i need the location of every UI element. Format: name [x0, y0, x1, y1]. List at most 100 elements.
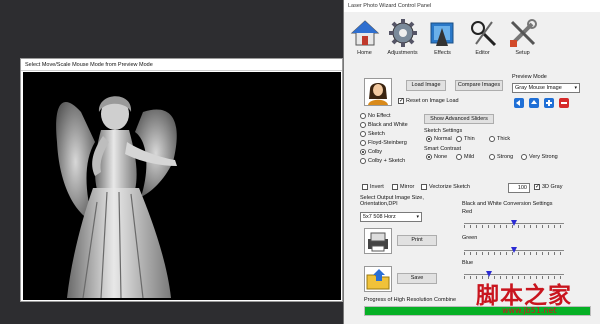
- minus-icon: [561, 102, 567, 104]
- effect-label: Black and White: [368, 122, 408, 128]
- effect-radio-colby-sketch[interactable]: Colby + Sketch: [360, 158, 405, 164]
- editor-icon: [470, 21, 496, 47]
- vectorize-sketch-label: Vectorize Sketch: [429, 184, 470, 190]
- adjustments-label: Adjustments: [387, 50, 418, 56]
- checkbox-box: [398, 97, 404, 104]
- mirror-checkbox[interactable]: Mirror: [392, 184, 414, 190]
- green-slider[interactable]: [464, 246, 564, 256]
- contrast-radio-strong[interactable]: Strong: [489, 154, 513, 160]
- sketch-option-label: Thin: [464, 136, 475, 142]
- show-advanced-sliders-button[interactable]: Show Advanced Sliders: [424, 114, 494, 124]
- arrow-up-button[interactable]: [529, 98, 539, 108]
- 3d-gray-label: 3D Gray: [542, 184, 563, 190]
- add-button[interactable]: [544, 98, 554, 108]
- radio-circle: [360, 131, 366, 137]
- save-button[interactable]: Save: [397, 273, 437, 284]
- house-icon: [350, 20, 379, 46]
- radio-circle: [456, 136, 462, 142]
- load-image-button[interactable]: Load Image: [406, 80, 446, 91]
- effects-label: Effects: [434, 50, 451, 56]
- effect-label: No Effect: [368, 113, 391, 119]
- 3d-gray-checkbox[interactable]: 3D Gray: [534, 183, 563, 190]
- move-icon: [516, 100, 520, 106]
- red-label: Red: [462, 209, 473, 215]
- toolbar: Home Adjustments Effects Editor Setup: [348, 18, 548, 62]
- sketch-radio-thick[interactable]: Thick: [489, 136, 510, 142]
- blue-slider[interactable]: [464, 270, 564, 280]
- printer-image: [364, 228, 392, 254]
- radio-circle: [521, 154, 527, 160]
- progress-bar: [364, 306, 591, 316]
- effects-button[interactable]: Effects: [426, 18, 459, 62]
- effect-label: Sketch: [368, 131, 385, 137]
- sketch-option-label: Thick: [497, 136, 511, 142]
- contrast-radio-none[interactable]: None: [426, 154, 447, 160]
- printer-icon: [368, 232, 388, 252]
- green-label: Green: [462, 235, 478, 241]
- control-panel: Laser Photo Wizard Control Panel Home Ad…: [343, 0, 600, 324]
- compare-images-button[interactable]: Compare Images: [455, 80, 503, 91]
- contrast-option-label: Very Strong: [529, 154, 558, 160]
- effect-label: Colby + Sketch: [368, 158, 406, 164]
- sketch-radio-thin[interactable]: Thin: [456, 136, 475, 142]
- slider-thumb[interactable]: [511, 220, 517, 226]
- progress-label: Progress of High Resolution Combine: [364, 297, 457, 303]
- home-button[interactable]: Home: [348, 18, 381, 62]
- slider-thumb[interactable]: [486, 271, 492, 277]
- chevron-down-icon: ▾: [574, 85, 577, 91]
- setup-button[interactable]: Setup: [506, 18, 539, 62]
- folder-save-icon: [366, 269, 390, 290]
- home-label: Home: [357, 50, 372, 56]
- radio-circle: [360, 158, 366, 164]
- checkbox-box: [421, 184, 427, 190]
- adjustments-button[interactable]: Adjustments: [386, 18, 419, 62]
- effect-radio-floyd-steinberg[interactable]: Floyd-Steinberg: [360, 140, 407, 146]
- reset-on-load-checkbox[interactable]: Reset on Image Load: [398, 97, 459, 104]
- radio-circle: [489, 136, 495, 142]
- arrow-left-button[interactable]: [514, 98, 524, 108]
- tools-icon: [509, 19, 537, 47]
- preview-canvas[interactable]: [23, 72, 341, 300]
- mirror-label: Mirror: [400, 184, 415, 190]
- radio-circle: [456, 154, 462, 160]
- person-icon: [368, 83, 388, 105]
- smart-contrast-label: Smart Contrast: [424, 146, 461, 152]
- editor-button[interactable]: Editor: [466, 18, 499, 62]
- setup-label: Setup: [515, 50, 530, 56]
- effect-radio-sketch[interactable]: Sketch: [360, 131, 385, 137]
- red-slider[interactable]: [464, 219, 564, 229]
- effect-radio-no-effect[interactable]: No Effect: [360, 113, 391, 119]
- effect-radio-black-and-white[interactable]: Black and White: [360, 122, 408, 128]
- effect-label: Floyd-Steinberg: [368, 140, 407, 146]
- slider-ticks: [464, 276, 564, 279]
- output-size-select[interactable]: 5x7 508 Horz ▾: [360, 212, 422, 222]
- radio-circle: [489, 154, 495, 160]
- arrow-up-icon: [531, 100, 537, 104]
- checkbox-box: [534, 183, 540, 190]
- radio-circle: [360, 140, 366, 146]
- contrast-radio-mild[interactable]: Mild: [456, 154, 474, 160]
- print-button[interactable]: Print: [397, 235, 437, 246]
- image-thumbnail[interactable]: [364, 78, 392, 106]
- effects-icon: [430, 22, 453, 46]
- panel-title: Laser Photo Wizard Control Panel: [344, 0, 600, 12]
- gear-icon: [388, 19, 417, 47]
- reset-on-load-label: Reset on Image Load: [406, 98, 459, 104]
- effect-label: Colby: [368, 149, 383, 155]
- radio-circle: [360, 113, 366, 119]
- output-size-value: 5x7 508 Horz: [363, 214, 396, 220]
- contrast-radio-very-strong[interactable]: Very Strong: [521, 154, 558, 160]
- blue-label: Blue: [462, 260, 474, 266]
- invert-checkbox[interactable]: Invert: [362, 184, 384, 190]
- zoom-input[interactable]: 100: [508, 183, 530, 193]
- effect-radio-colby[interactable]: Colby: [360, 149, 382, 155]
- preview-mode-select[interactable]: Gray Mouse Image ▾: [512, 83, 580, 93]
- preview-mode-label: Preview Mode: [512, 74, 547, 80]
- vectorize-sketch-checkbox[interactable]: Vectorize Sketch: [421, 184, 470, 190]
- sketch-radio-normal[interactable]: Normal: [426, 136, 452, 142]
- remove-button[interactable]: [559, 98, 569, 108]
- slider-thumb[interactable]: [511, 247, 517, 253]
- angel-statue-image: [56, 96, 177, 299]
- contrast-option-label: Strong: [497, 154, 514, 160]
- editor-label: Editor: [475, 50, 490, 56]
